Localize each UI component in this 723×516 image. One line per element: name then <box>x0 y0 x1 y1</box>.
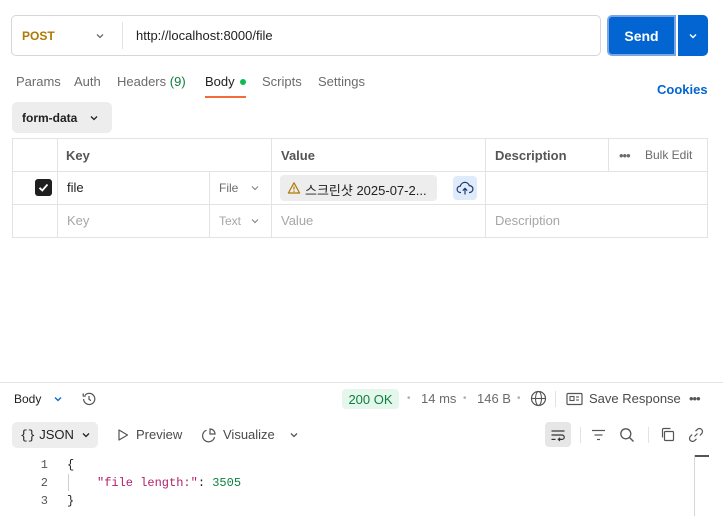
copy-icon[interactable] <box>660 427 675 442</box>
scrollbar-thumb[interactable] <box>695 455 709 457</box>
play-icon <box>116 428 130 442</box>
value-column-header: Value <box>281 148 315 163</box>
separator-dot: • <box>517 393 521 404</box>
tab-params[interactable]: Params <box>16 74 61 89</box>
filter-icon[interactable] <box>591 428 606 442</box>
response-divider <box>0 382 723 383</box>
body-indicator-dot <box>240 79 246 85</box>
braces-icon: {} <box>20 428 36 443</box>
divider <box>555 391 556 407</box>
wrap-icon <box>551 429 565 441</box>
tab-auth[interactable]: Auth <box>74 74 101 89</box>
tab-settings[interactable]: Settings <box>318 74 365 89</box>
row-divider <box>12 204 708 205</box>
search-icon[interactable] <box>619 427 635 443</box>
key-column-header: Key <box>66 148 90 163</box>
indent-guide <box>68 474 69 491</box>
chevron-down-icon[interactable] <box>288 429 300 441</box>
row-enabled-checkbox[interactable] <box>35 179 52 196</box>
cookies-link[interactable]: Cookies <box>657 82 708 97</box>
more-options-icon[interactable]: ••• <box>689 391 701 406</box>
preview-button[interactable]: Preview <box>136 427 182 442</box>
active-tab-underline <box>205 96 246 98</box>
json-open-brace: { <box>67 458 75 472</box>
chevron-down-icon[interactable] <box>52 393 64 405</box>
column-divider <box>485 138 486 238</box>
link-icon[interactable] <box>688 427 704 443</box>
json-line: "file length:": 3505 <box>97 476 241 490</box>
json-close-brace: } <box>67 494 75 508</box>
upload-file-button[interactable] <box>453 176 477 200</box>
key-input[interactable]: Key <box>67 213 89 228</box>
chevron-down-icon <box>249 215 261 227</box>
status-badge[interactable]: 200 OK <box>342 389 399 409</box>
response-time[interactable]: 14 ms <box>421 391 456 406</box>
tab-body[interactable]: Body <box>205 74 235 89</box>
chevron-down-icon <box>80 429 92 441</box>
tab-headers[interactable]: Headers (9) <box>117 74 186 89</box>
scrollbar[interactable] <box>694 455 695 516</box>
row-divider <box>12 171 708 172</box>
chevron-down-icon <box>689 33 697 38</box>
value-input[interactable]: Value <box>281 213 313 228</box>
column-divider <box>209 171 210 238</box>
column-divider <box>271 138 272 238</box>
send-button[interactable]: Send <box>607 15 676 56</box>
format-label-text: JSON <box>39 427 74 442</box>
line-number: 1 <box>40 458 48 472</box>
type-select[interactable]: File <box>219 181 238 195</box>
description-input[interactable]: Description <box>495 213 560 228</box>
method-select[interactable]: POST <box>22 29 55 43</box>
format-label: {} JSON <box>20 427 74 443</box>
response-view-select[interactable]: Body <box>14 392 41 406</box>
description-column-header: Description <box>495 148 567 163</box>
divider <box>122 22 123 49</box>
cloud-upload-icon <box>456 181 474 195</box>
save-icon[interactable] <box>566 392 583 406</box>
separator-dot: • <box>463 393 467 404</box>
response-size[interactable]: 146 B <box>477 391 511 406</box>
file-name: 스크린샷 2025-07-2... <box>305 183 427 198</box>
headers-count: (9) <box>169 74 186 89</box>
chevron-down-icon[interactable] <box>94 30 106 42</box>
history-icon[interactable] <box>81 391 97 407</box>
divider <box>580 427 581 443</box>
send-options-button[interactable] <box>678 15 708 56</box>
chevron-down-icon <box>88 112 100 124</box>
visualize-icon <box>201 427 217 443</box>
line-number: 2 <box>40 476 48 490</box>
separator-dot: • <box>407 393 411 404</box>
warning-icon <box>287 181 301 195</box>
visualize-button[interactable]: Visualize <box>223 427 275 442</box>
chevron-down-icon <box>249 182 261 194</box>
json-colon: : <box>197 476 213 490</box>
divider <box>648 427 649 443</box>
tab-scripts[interactable]: Scripts <box>262 74 302 89</box>
check-icon <box>38 183 49 192</box>
wrap-lines-button[interactable] <box>545 422 571 447</box>
save-response-button[interactable]: Save Response <box>589 391 681 406</box>
json-key: "file length:" <box>97 476 198 490</box>
line-number: 3 <box>40 494 48 508</box>
key-field[interactable]: file <box>67 180 84 195</box>
globe-icon[interactable] <box>530 390 547 407</box>
tab-headers-label: Headers <box>117 74 167 89</box>
bulk-edit-button[interactable]: Bulk Edit <box>645 148 692 162</box>
column-divider <box>57 138 58 238</box>
more-options-icon[interactable]: ••• <box>619 148 631 163</box>
type-select[interactable]: Text <box>219 214 241 228</box>
column-divider <box>608 138 609 171</box>
body-mode-label: form-data <box>22 111 78 125</box>
json-value: 3505 <box>212 476 242 490</box>
url-input[interactable]: http://localhost:8000/file <box>136 28 273 43</box>
